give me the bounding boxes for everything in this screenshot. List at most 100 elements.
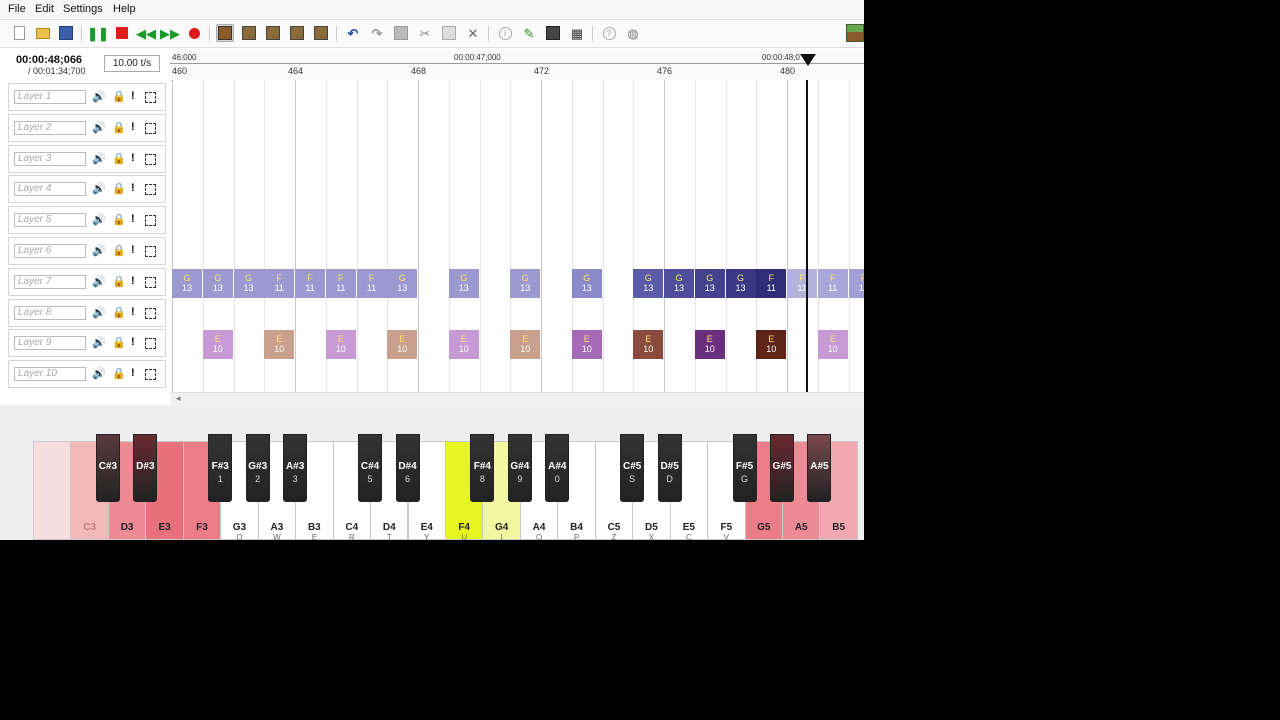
help-icon[interactable]: ? — [600, 24, 618, 42]
lock-icon[interactable]: 🔒 — [112, 213, 126, 226]
note-block[interactable]: F11 — [325, 268, 356, 298]
piano-black-key[interactable]: A#4 0 — [545, 434, 570, 502]
note-block[interactable]: F11 — [356, 268, 387, 298]
piano-icon[interactable]: ▦ — [568, 24, 586, 42]
layer-name-field[interactable]: Layer 4 — [14, 182, 86, 197]
menu-settings[interactable]: Settings — [63, 3, 103, 15]
menu-file[interactable]: File — [8, 3, 26, 15]
layer-name-field[interactable]: Layer 9 — [14, 336, 86, 351]
piano-black-key[interactable]: D#5 D — [657, 434, 682, 502]
layer-name-field[interactable]: Layer 5 — [14, 213, 86, 228]
note-block[interactable]: E 10 — [264, 330, 295, 360]
volume-icon[interactable]: 🔊 — [92, 367, 106, 380]
piano-black-key[interactable]: C#3 — [95, 434, 120, 502]
piano-black-key[interactable]: D#4 6 — [395, 434, 420, 502]
lock-icon[interactable]: 🔒 — [112, 121, 126, 134]
solo-icon[interactable]: ! — [131, 90, 135, 102]
info-icon[interactable]: i — [496, 24, 514, 42]
lock-icon[interactable]: 🔒 — [112, 90, 126, 103]
piano-black-key[interactable]: F#5 G — [732, 434, 757, 502]
select-left-icon[interactable] — [240, 24, 258, 42]
solo-icon[interactable]: ! — [131, 275, 135, 287]
volume-icon[interactable]: 🔊 — [92, 336, 106, 349]
select-right-icon[interactable] — [264, 24, 282, 42]
copy-icon[interactable] — [392, 24, 410, 42]
volume-icon[interactable]: 🔊 — [92, 213, 106, 226]
select-layer-icon[interactable] — [145, 338, 156, 350]
note-block[interactable]: G 13 — [694, 268, 725, 298]
playhead-marker-icon[interactable] — [800, 54, 816, 66]
note-block[interactable]: E 10 — [756, 330, 787, 360]
note-block[interactable]: G 13 — [510, 268, 541, 298]
piano-black-key[interactable]: G#5 — [770, 434, 794, 502]
volume-icon[interactable]: 🔊 — [92, 306, 106, 319]
select-layer-icon[interactable] — [145, 92, 156, 103]
web-icon[interactable]: ◍ — [624, 24, 642, 42]
select-layer-icon[interactable] — [145, 307, 156, 319]
note-block[interactable]: G 13 — [448, 268, 479, 298]
lock-icon[interactable]: 🔒 — [112, 306, 126, 319]
paste-icon[interactable] — [440, 24, 458, 42]
solo-icon[interactable]: ! — [131, 213, 135, 225]
fast-forward-icon[interactable]: ▶▶ — [160, 24, 180, 42]
solo-icon[interactable]: ! — [131, 367, 135, 379]
lock-icon[interactable]: 🔒 — [112, 244, 126, 257]
select-layer-icon[interactable] — [145, 122, 156, 134]
piano-black-key[interactable]: F#4 8 — [470, 434, 495, 502]
tempo-field[interactable]: 10.00 t/s — [104, 55, 160, 72]
piano-white-key[interactable] — [33, 441, 72, 540]
piano-black-key[interactable]: A#5 — [807, 434, 832, 502]
play-pause-icon[interactable]: ❚❚ — [87, 24, 109, 42]
stop-icon[interactable] — [113, 24, 131, 42]
note-block[interactable]: E 10 — [387, 330, 418, 360]
note-block[interactable]: E 10 — [571, 330, 602, 360]
select-layer-icon[interactable] — [145, 369, 156, 381]
redo-icon[interactable]: ↷ — [368, 24, 386, 42]
layer-name-field[interactable]: Layer 8 — [14, 305, 86, 320]
note-block[interactable]: E 10 — [202, 330, 233, 360]
solo-icon[interactable]: ! — [131, 182, 135, 194]
note-block[interactable]: G 13 — [172, 268, 202, 298]
select-layer-icon[interactable] — [145, 276, 156, 288]
edit-icon[interactable]: ✎ — [520, 24, 538, 42]
horizontal-scrollbar[interactable]: ◂ — [170, 392, 864, 405]
note-block[interactable]: G 13 — [202, 268, 233, 298]
solo-icon[interactable]: ! — [131, 306, 135, 318]
note-block[interactable]: F11 — [295, 268, 325, 298]
volume-icon[interactable]: 🔊 — [92, 275, 106, 288]
layer-name-field[interactable]: Layer 2 — [14, 120, 86, 135]
piano-black-key[interactable]: G#4 9 — [507, 434, 532, 502]
select-all-icon[interactable] — [216, 24, 234, 42]
note-block[interactable]: E 10 — [448, 330, 479, 360]
rewind-icon[interactable]: ◀◀ — [136, 24, 156, 42]
note-block[interactable]: G 13 — [633, 268, 664, 298]
delete-icon[interactable]: ✕ — [464, 24, 482, 42]
piano-black-key[interactable]: D#3 — [133, 434, 158, 502]
cut-icon[interactable]: ✂ — [416, 24, 434, 42]
note-block[interactable]: E 10 — [325, 330, 356, 360]
menu-edit[interactable]: Edit — [35, 3, 54, 15]
timeline-ruler[interactable]: 46;000 00:00:47;000 00:00:48;0 460 464 4… — [170, 50, 864, 81]
note-block[interactable]: F11 — [787, 268, 817, 298]
note-block[interactable]: E 10 — [817, 330, 848, 360]
select-layer-icon[interactable] — [145, 153, 156, 165]
select-layer-icon[interactable] — [145, 184, 156, 196]
note-block[interactable]: F11 — [848, 268, 864, 298]
piano-black-key[interactable]: G#3 2 — [245, 434, 270, 502]
layer-name-field[interactable]: Layer 7 — [14, 274, 86, 289]
volume-icon[interactable]: 🔊 — [92, 182, 106, 195]
solo-icon[interactable]: ! — [131, 336, 135, 348]
piano-black-key[interactable]: C#4 5 — [358, 434, 383, 502]
instruments-icon[interactable] — [544, 24, 562, 42]
select-layer-icon[interactable] — [145, 215, 156, 227]
lock-icon[interactable]: 🔒 — [112, 367, 126, 380]
note-block[interactable]: G 13 — [664, 268, 694, 298]
playhead[interactable] — [806, 80, 808, 392]
layer-name-field[interactable]: Layer 6 — [14, 244, 86, 258]
save-icon[interactable] — [57, 24, 75, 42]
volume-icon[interactable]: 🔊 — [92, 121, 106, 134]
invert-selection-icon[interactable] — [288, 24, 306, 42]
piano-black-key[interactable]: A#3 3 — [283, 434, 308, 502]
note-block[interactable]: E 10 — [633, 330, 664, 360]
note-block[interactable]: E 10 — [510, 330, 541, 360]
